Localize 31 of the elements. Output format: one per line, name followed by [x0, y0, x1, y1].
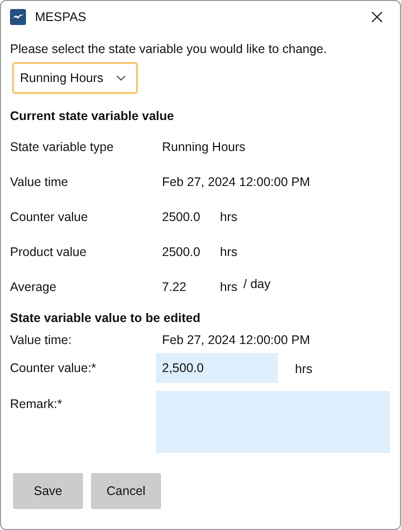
unit-text: hrs: [220, 244, 238, 258]
field-label: Value time:: [10, 333, 73, 347]
unit-text: hrs: [220, 210, 238, 224]
chevron-down-icon: [116, 75, 126, 81]
field-label: Average: [10, 280, 58, 294]
counter-value-input[interactable]: 2,500.0: [156, 353, 278, 383]
per-day-text: / day: [243, 276, 270, 290]
field-value: 2500.0: [162, 210, 202, 224]
section-heading: Current state variable value: [10, 108, 174, 124]
unit-text: hrs: [295, 361, 312, 376]
state-variable-dropdown[interactable]: Running Hours: [12, 62, 138, 94]
bird-logo-icon: [10, 9, 26, 25]
remark-input[interactable]: [156, 391, 390, 453]
field-label: Value time: [10, 174, 70, 188]
close-icon: [371, 11, 383, 23]
unit-text: hrs: [220, 280, 238, 294]
field-value: 2500.0: [162, 244, 202, 258]
field-value: Running Hours: [162, 140, 246, 154]
dialog-button[interactable]: Save: [13, 473, 83, 509]
field-label: Counter value: [10, 210, 89, 224]
field-value: Feb 27, 2024 12:00:00 PM: [162, 174, 310, 188]
field-label: Product value: [10, 244, 88, 258]
dialog-button[interactable]: Cancel: [91, 473, 161, 509]
field-value: Feb 27, 2024 12:00:00 PM: [161, 333, 310, 347]
field-label: Counter value:*: [10, 360, 98, 375]
instruction-text: Please select the state variable you would like to change.: [10, 41, 327, 57]
field-label: State variable type: [10, 140, 115, 154]
field-label: Remark:*: [10, 396, 64, 411]
window-title: MESPAS: [35, 10, 88, 24]
field-value: 7.22: [162, 280, 188, 294]
section-heading: State variable value to be edited: [10, 310, 200, 326]
